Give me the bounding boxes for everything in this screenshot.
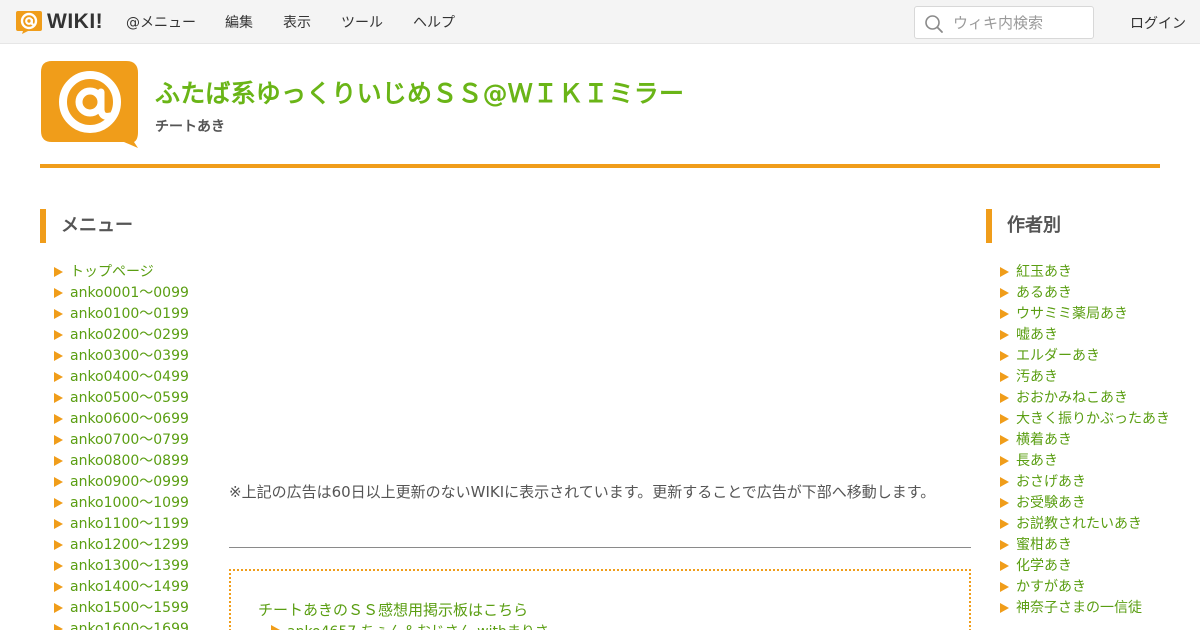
menu-item[interactable]: anko1600～1699 [52,619,189,630]
author-item[interactable]: お受験あき [998,493,1178,514]
nav-tools[interactable]: ツール [341,0,383,44]
nav-view[interactable]: 表示 [283,0,311,44]
header-divider [40,164,1160,168]
author-link[interactable]: かすがあき [1016,579,1086,595]
menu-item[interactable]: anko1100～1199 [52,514,189,535]
author-item[interactable]: かすがあき [998,577,1178,598]
search-box[interactable] [914,6,1094,39]
author-item[interactable]: お説教されたいあき [998,514,1178,535]
menu-link[interactable]: anko0900～0999 [70,474,189,490]
author-link[interactable]: お説教されたいあき [1016,516,1142,532]
author-menu: 紅玉あきあるあきウサミミ薬局あき 嘘あきエルダーあき 汚あきおおかみねこあき大きく振… [980,262,1200,630]
menu-item[interactable]: anko0001～0099 [52,283,189,304]
menu-heading: メニュー [40,209,210,243]
nav-edit[interactable]: 編集 [225,0,253,44]
menu-link[interactable]: anko0500～0599 [70,390,189,406]
author-link[interactable]: おおかみねこあき [1016,390,1128,406]
login-link[interactable]: ログイン [1130,13,1186,33]
menu-item[interactable]: anko1200～1299 [52,535,189,556]
menu-link[interactable]: anko0001～0099 [70,285,189,301]
author-item[interactable]: 嘘あき [998,325,1178,346]
author-item[interactable]: 蜜柑あき [998,535,1178,556]
menu-link[interactable]: anko1100～1199 [70,516,189,532]
menu-link[interactable]: anko0200～0299 [70,327,189,343]
ad-notice-text: ※上記の広告は60日以上更新のないWIKIに表示されています。更新することで広告… [229,483,936,501]
menu-link[interactable]: anko1600～1699 [70,621,189,630]
left-menu: トップページ anko0001～0099 anko0100～0199 anko0200… [0,262,210,630]
menu-item[interactable]: anko1500～1599 [52,598,189,619]
content-divider [229,547,971,548]
search-icon [925,15,943,33]
menu-item[interactable]: anko1000～1099 [52,493,189,514]
menu-item[interactable]: anko0800～0899 [52,451,189,472]
menu-item[interactable]: anko0100～0199 [52,304,189,325]
menu-link[interactable]: anko1000～1099 [70,495,189,511]
menu-link[interactable]: anko0300～0399 [70,348,189,364]
logo-text: WIKI! [47,10,104,33]
top-bar: WIKI! @メニュー 編集 表示 ツール ヘルプ ログイン [0,0,1200,44]
menu-link[interactable]: anko0400～0499 [70,369,189,385]
left-menu-list: トップページ anko0001～0099 anko0100～0199 anko0200… [52,262,189,630]
menu-link[interactable]: anko0600～0699 [70,411,189,427]
bbs-notice-box: チートあきのＳＳ感想用掲示板はこちら anko4657 ちぇん＆おじさん wit… [229,569,971,630]
author-item[interactable]: 横着あき [998,430,1178,451]
author-link[interactable]: 神奈子さまの一信徒 [1016,600,1142,616]
bbs-link[interactable]: チートあきのＳＳ感想用掲示板はこちら [258,599,528,620]
menu-link[interactable]: トップページ [70,264,154,280]
author-link[interactable]: エルダーあき [1016,348,1100,364]
author-link[interactable]: 紅玉あき [1016,264,1072,280]
menu-item[interactable]: anko0300～0399 [52,346,189,367]
author-item[interactable]: おさげあき [998,472,1178,493]
author-item[interactable]: ウサミミ薬局あき [998,304,1178,325]
menu-item[interactable]: anko0400～0499 [52,367,189,388]
page-title: チートあき [155,119,225,135]
author-link[interactable]: おさげあき [1016,474,1086,490]
menu-item[interactable]: anko0700～0799 [52,430,189,451]
menu-item[interactable]: anko0600～0699 [52,409,189,430]
bbs-item[interactable]: anko4657 ちぇん＆おじさん withまりさ [271,621,549,630]
author-link[interactable]: 化学あき [1016,558,1072,574]
author-link[interactable]: 大きく振りかぶったあき [1016,411,1170,427]
author-link[interactable]: 長あき [1016,453,1058,469]
author-link[interactable]: お受験あき [1016,495,1086,511]
author-link[interactable]: あるあき [1016,285,1072,301]
author-item[interactable]: 化学あき [998,556,1178,577]
author-item[interactable]: エルダーあき [998,346,1178,367]
menu-item[interactable]: anko0200～0299 [52,325,189,346]
nav-help[interactable]: ヘルプ [413,0,455,44]
site-logo-icon[interactable] [40,60,140,150]
author-menu-list: 紅玉あきあるあきウサミミ薬局あき 嘘あきエルダーあき 汚あきおおかみねこあき大きく振… [998,262,1178,619]
menu-link[interactable]: anko1300～1399 [70,558,189,574]
author-item[interactable]: 長あき [998,451,1178,472]
menu-link[interactable]: anko0700～0799 [70,432,189,448]
menu-link[interactable]: anko0100～0199 [70,306,189,322]
author-link[interactable]: 嘘あき [1016,327,1058,343]
atwiki-logo[interactable]: WIKI! [14,9,103,35]
menu-link[interactable]: anko1500～1599 [70,600,189,616]
menu-item[interactable]: anko0500～0599 [52,388,189,409]
author-item[interactable]: 大きく振りかぶったあき [998,409,1178,430]
author-item[interactable]: 汚あき [998,367,1178,388]
menu-item[interactable]: anko0900～0999 [52,472,189,493]
menu-item[interactable]: トップページ [52,262,189,283]
author-item[interactable]: 紅玉あき [998,262,1178,283]
site-title[interactable]: ふたば系ゆっくりいじめＳＳ@ＷＩＫＩミラー [155,74,684,110]
author-item[interactable]: 神奈子さまの一信徒 [998,598,1178,619]
search-input[interactable] [953,13,1088,33]
menu-link[interactable]: anko1400～1499 [70,579,189,595]
nav-menu[interactable]: @メニュー [126,0,196,44]
menu-link[interactable]: anko0800～0899 [70,453,189,469]
author-heading: 作者別 [986,209,1156,243]
at-logo-icon [14,9,44,35]
author-link[interactable]: 蜜柑あき [1016,537,1072,553]
author-item[interactable]: おおかみねこあき [998,388,1178,409]
menu-item[interactable]: anko1400～1499 [52,577,189,598]
menu-item[interactable]: anko1300～1399 [52,556,189,577]
author-link[interactable]: 汚あき [1016,369,1058,385]
menu-link[interactable]: anko1200～1299 [70,537,189,553]
author-link[interactable]: ウサミミ薬局あき [1016,306,1128,322]
author-link[interactable]: 横着あき [1016,432,1072,448]
author-item[interactable]: あるあき [998,283,1178,304]
